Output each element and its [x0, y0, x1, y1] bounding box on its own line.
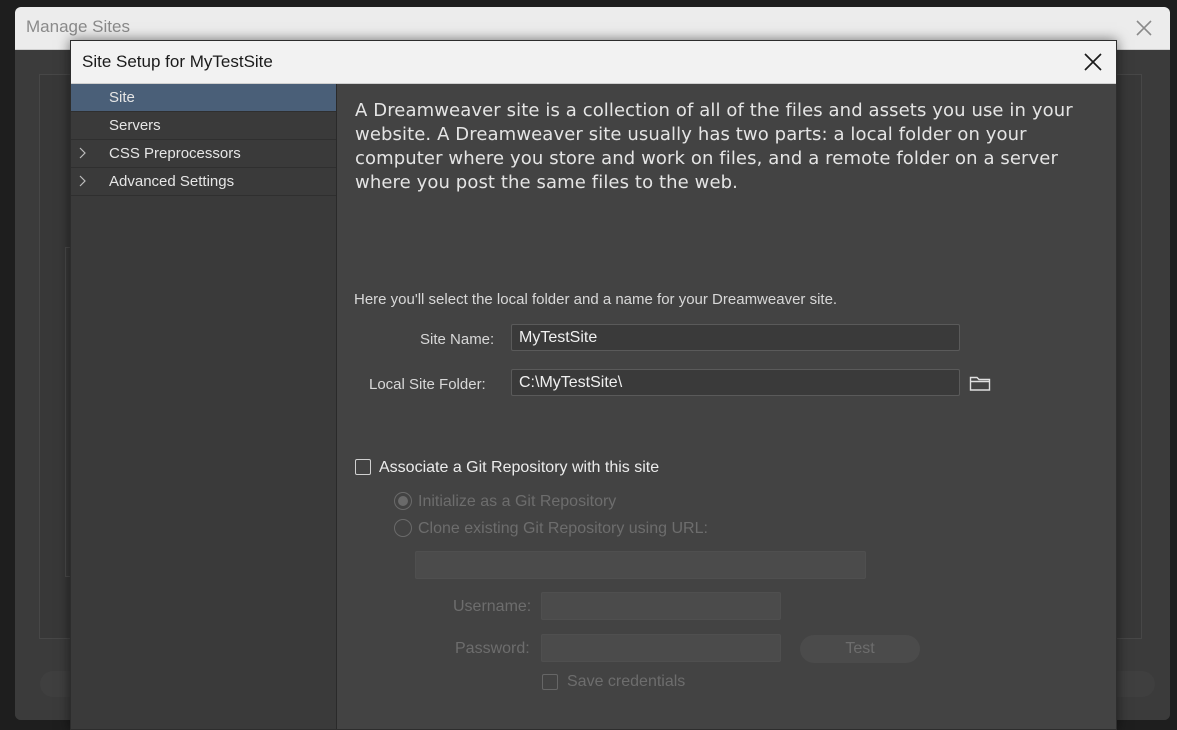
subintro-text: Here you'll select the local folder and … [354, 291, 838, 308]
site-name-label: Site Name: [420, 331, 495, 348]
save-credentials-label: Save credentials [567, 673, 686, 690]
init-git-label: Initialize as a Git Repository [418, 493, 617, 510]
sidebar-item-advanced-settings[interactable]: Advanced Settings [71, 168, 336, 196]
username-input [541, 592, 781, 620]
sidebar-item-label: CSS Preprocessors [109, 145, 241, 162]
associate-git-label: Associate a Git Repository with this sit… [379, 459, 660, 476]
save-credentials-checkbox [542, 674, 558, 690]
sidebar-item-servers[interactable]: Servers [71, 112, 336, 140]
sidebar: Site Servers CSS Preprocessors Advanced … [71, 84, 337, 729]
site-setup-dialog: Site Setup for MyTestSite Site Servers C… [70, 40, 1117, 730]
sidebar-item-site[interactable]: Site [71, 84, 336, 112]
folder-icon[interactable] [969, 374, 991, 392]
associate-git-checkbox[interactable] [355, 459, 371, 475]
username-label: Username: [453, 598, 532, 615]
dialog-titlebar: Site Setup for MyTestSite [71, 41, 1116, 84]
clone-git-radio [394, 519, 412, 537]
chevron-right-icon[interactable] [77, 174, 87, 188]
password-input [541, 634, 781, 662]
close-icon[interactable] [1082, 51, 1104, 73]
sidebar-item-css-preprocessors[interactable]: CSS Preprocessors [71, 140, 336, 168]
local-site-folder-input[interactable] [511, 369, 960, 396]
close-icon[interactable] [1132, 16, 1156, 40]
dialog-title: Site Setup for MyTestSite [82, 52, 273, 71]
site-name-input[interactable] [511, 324, 960, 351]
local-site-folder-label: Local Site Folder: [369, 376, 486, 393]
init-git-radio [394, 492, 412, 510]
git-url-input [415, 551, 866, 579]
chevron-right-icon[interactable] [77, 146, 87, 160]
clone-git-label: Clone existing Git Repository using URL: [418, 520, 708, 537]
password-label: Password: [455, 640, 530, 657]
test-button: Test [800, 635, 920, 663]
intro-text: A Dreamweaver site is a collection of al… [355, 100, 1073, 193]
site-content-panel: A Dreamweaver site is a collection of al… [338, 84, 1116, 729]
sidebar-item-label: Site [109, 89, 135, 106]
sidebar-item-label: Servers [109, 117, 161, 134]
manage-sites-title: Manage Sites [26, 17, 130, 36]
sidebar-item-label: Advanced Settings [109, 173, 235, 190]
